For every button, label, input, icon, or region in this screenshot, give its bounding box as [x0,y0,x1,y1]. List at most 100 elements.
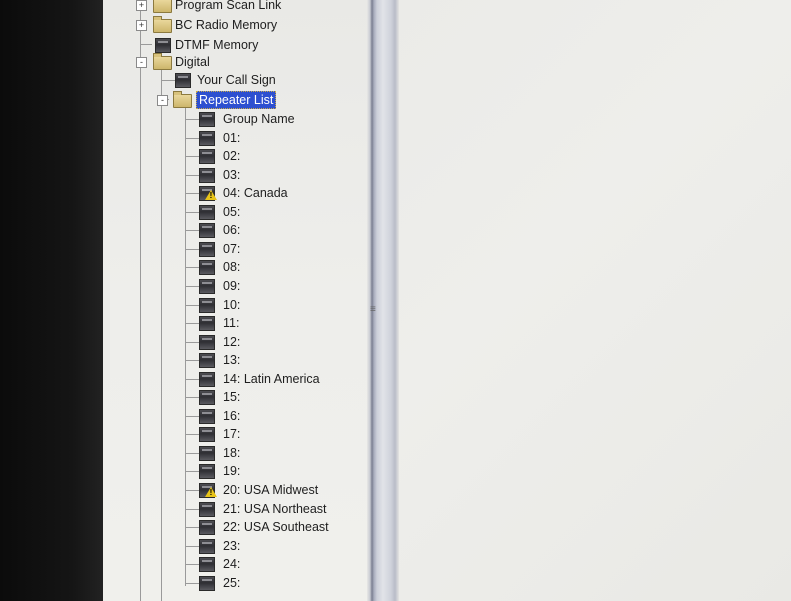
tree-item[interactable]: + Program Scan Link [103,0,363,14]
list-item-label: 06: [223,223,241,237]
list-item-label: 10: [223,298,241,312]
memory-icon [199,298,215,313]
tree-line [185,471,199,472]
memory-icon [199,316,215,331]
list-item-label: Group Name [223,112,295,126]
list-item[interactable]: 23: [103,537,363,555]
tree-item-label: Program Scan Link [175,0,282,12]
list-item[interactable]: 05: [103,203,363,221]
list-item[interactable]: 07: [103,240,363,258]
list-item-label: 20: USA Midwest [223,483,319,497]
tree-item-your-call-sign[interactable]: Your Call Sign [103,71,363,89]
folder-icon [153,16,172,33]
tree-line [185,249,199,250]
list-item[interactable]: 13: [103,351,363,369]
tree-line [185,379,199,380]
list-item-label: 16: [223,409,241,423]
list-item-label: 05: [223,205,241,219]
list-item[interactable]: ! 04: Canada [103,184,363,202]
list-item[interactable]: 17: [103,425,363,443]
tree-line [185,546,199,547]
tree-view[interactable]: + Program Scan Link + BC Radio Memory DTMF M… [103,0,367,601]
list-item[interactable]: 10: [103,296,363,314]
expand-toggle-icon[interactable]: + [136,0,147,11]
memory-icon [175,73,191,88]
list-item[interactable]: ! 20: USA Midwest [103,481,363,499]
list-item-label: 04: Canada [223,186,288,200]
tree-line [185,305,199,306]
tree-line [185,434,199,435]
tree-line [185,416,199,417]
memory-icon [199,260,215,275]
warning-mark: ! [209,191,213,200]
memory-icon [199,539,215,554]
memory-icon [199,502,215,517]
list-item[interactable]: 01: [103,129,363,147]
memory-icon [199,279,215,294]
tree-item[interactable]: + BC Radio Memory [103,16,363,34]
tree-item-repeater-list[interactable]: - Repeater List [103,91,363,109]
tree-item[interactable]: DTMF Memory [103,36,363,54]
list-item[interactable]: 12: [103,333,363,351]
memory-icon [199,557,215,572]
tree-item-label: DTMF Memory [175,38,259,52]
list-item[interactable]: 15: [103,388,363,406]
list-item-label: 11: [223,316,240,330]
memory-icon [199,427,215,442]
tree-item-label-selected: Repeater List [196,91,277,109]
list-item[interactable]: 09: [103,277,363,295]
list-item[interactable]: 02: [103,147,363,165]
tree-item-label: BC Radio Memory [175,18,278,32]
splitter-grip-icon[interactable]: ≡ [370,305,376,317]
list-item[interactable]: Group Name [103,110,363,128]
tree-line [185,397,199,398]
list-item[interactable]: 11: [103,314,363,332]
list-item[interactable]: 08: [103,258,363,276]
list-item-label: 15: [223,390,241,404]
memory-icon [199,576,215,591]
list-item-label: 22: USA Southeast [223,520,329,534]
list-item[interactable]: 25: [103,574,363,592]
memory-icon [199,205,215,220]
list-item[interactable]: 03: [103,166,363,184]
list-item-label: 14: Latin America [223,372,320,386]
monitor-bezel [0,0,103,601]
list-item-label: 08: [223,260,241,274]
expand-toggle-icon[interactable]: + [136,20,147,31]
tree-line [185,342,199,343]
tree-line [185,323,199,324]
memory-icon [199,409,215,424]
memory-icon [199,223,215,238]
list-item-label: 13: [223,353,241,367]
warning-mark: ! [209,488,213,497]
list-item-label: 24: [223,557,241,571]
tree-line [185,267,199,268]
tree-item-label: Your Call Sign [197,73,276,87]
list-item[interactable]: 21: USA Northeast [103,500,363,518]
tree-line [185,453,199,454]
tree-line [185,156,199,157]
list-item-label: 02: [223,149,241,163]
list-item-label: 09: [223,279,241,293]
tree-line [185,583,199,584]
collapse-toggle-icon[interactable]: - [157,95,168,106]
list-item[interactable]: 16: [103,407,363,425]
memory-icon [199,168,215,183]
tree-line [185,509,199,510]
tree-line [185,527,199,528]
collapse-toggle-icon[interactable]: - [136,57,147,68]
list-item[interactable]: 18: [103,444,363,462]
tree-item-digital[interactable]: - Digital [103,53,363,71]
memory-icon [199,131,215,146]
splitter-bar[interactable]: ≡ [367,0,399,601]
list-item[interactable]: 19: [103,462,363,480]
list-item[interactable]: 14: Latin America [103,370,363,388]
list-item[interactable]: 06: [103,221,363,239]
folder-icon [173,91,192,108]
tree-line [185,564,199,565]
list-item[interactable]: 24: [103,555,363,573]
memory-icon [199,335,215,350]
list-item[interactable]: 22: USA Southeast [103,518,363,536]
list-item-label: 01: [223,131,241,145]
tree-item-label: Digital [175,55,210,69]
